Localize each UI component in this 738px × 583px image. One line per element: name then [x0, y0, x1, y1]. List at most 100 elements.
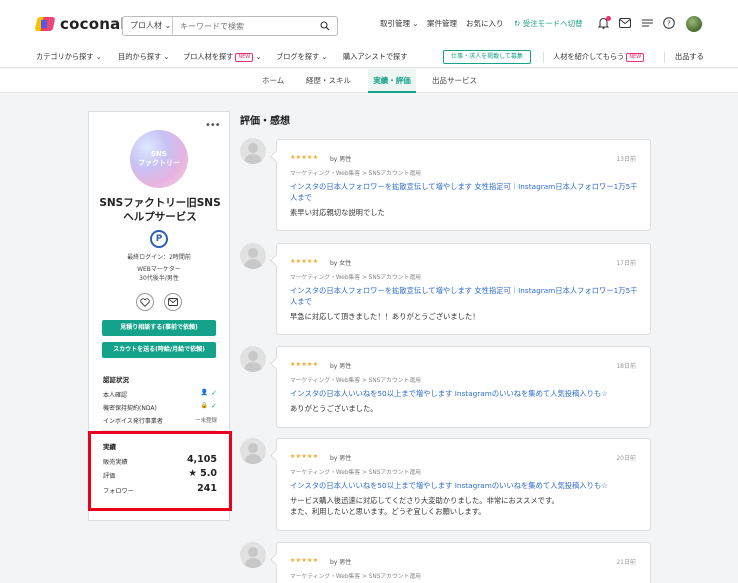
nav-favorites[interactable]: お気に入り	[466, 18, 504, 29]
catbar-by-purpose[interactable]: 目的から探す ⌄	[118, 52, 169, 62]
review-comment: ありがとうございました。	[290, 404, 378, 413]
post-job-button[interactable]: 仕事・求人を掲載して募集	[443, 50, 531, 64]
message-button[interactable]	[164, 293, 182, 311]
new-badge: NEW	[626, 53, 645, 62]
divider	[543, 52, 544, 63]
rating-stars: ★★★★★	[290, 361, 319, 368]
menu-list-button[interactable]	[640, 16, 654, 30]
check-icon: ✓	[211, 389, 217, 397]
review-card: ★★★★★ by 男性 13日前 マーケティング・Web集客 > SNSアカウン…	[276, 139, 651, 231]
new-badge: NEW	[235, 53, 254, 62]
catbar-by-category[interactable]: カテゴリから探す ⌄	[36, 52, 102, 62]
review-date: 17日前	[616, 260, 636, 267]
favorite-button[interactable]	[136, 293, 154, 311]
catbar-assist[interactable]: 購入アシストで探す	[343, 52, 407, 62]
check-icon: ✓	[211, 402, 217, 410]
review-service-link[interactable]: インスタの日本人いいねを50以上まで増やします Instagramのいいねを集め…	[290, 388, 640, 399]
review-date: 18日前	[616, 363, 636, 370]
profile-name: SNSファクトリー旧SNSヘルプサービス	[99, 197, 221, 223]
reviewer-avatar	[240, 346, 266, 372]
mode-switch-link[interactable]: ↻ 受注モードへ切替	[514, 18, 583, 29]
pro-badge-icon: P	[150, 230, 168, 248]
reviewer: by 女性	[330, 260, 352, 267]
more-menu-icon[interactable]: •••	[205, 120, 221, 131]
review-service-link[interactable]: インスタの日本人フォロワーを拡散宣伝して増やします 女性指定可｜Instagra…	[290, 285, 640, 307]
reviewer: by 男性	[330, 156, 352, 163]
review-category: マーケティング・Web集客 > SNSアカウント運用	[290, 378, 421, 384]
catbar-find-pro[interactable]: プロ人材を探す NEW ⌄	[183, 52, 261, 62]
help-icon: ?	[663, 17, 675, 29]
logo-mark-icon	[34, 15, 56, 33]
svg-text:?: ?	[667, 20, 671, 28]
review-date: 13日前	[616, 156, 636, 163]
catbar-sell[interactable]: 出品する	[675, 52, 704, 62]
tab-services[interactable]: 出品サービス	[432, 75, 477, 86]
last-login: 最終ログイン：2時間前	[127, 254, 191, 261]
search-icon	[320, 21, 330, 31]
list-icon	[641, 19, 653, 27]
review-category: マーケティング・Web集客 > SNSアカウント運用	[290, 470, 421, 476]
review-comment: 素早い対応親切な説明でした	[290, 208, 385, 217]
profile-age-gender: 30代後半/男性	[139, 275, 179, 282]
review-card: ★★★★★ by 男性 21日前 マーケティング・Web集客 > SNSアカウン…	[276, 542, 651, 583]
review-service-link[interactable]: インスタの日本人フォロワーを拡散宣伝して増やします 女性指定可｜Instagra…	[290, 181, 640, 203]
search-input[interactable]	[173, 17, 313, 35]
highlight-box	[88, 431, 232, 511]
review-date: 20日前	[616, 455, 636, 462]
reviewer-avatar	[240, 438, 266, 464]
mail-icon	[168, 298, 178, 306]
review-category: マーケティング・Web集客 > SNSアカウント運用	[290, 574, 421, 580]
tab-achievements[interactable]: 実績・評価	[368, 69, 416, 93]
notification-dot	[606, 16, 611, 21]
search-button[interactable]	[313, 17, 337, 35]
tab-career[interactable]: 経歴・スキル	[306, 75, 351, 86]
search-category-select[interactable]: プロ人材 ⌄	[123, 17, 173, 35]
divider	[664, 52, 665, 63]
verification-row: 機密保持契約(NDA) 🔒 ✓	[103, 402, 217, 412]
catbar-find-blog[interactable]: ブログを探す ⌄	[276, 52, 327, 62]
estimate-request-button[interactable]: 見積り相談する(事前で依頼)	[102, 320, 216, 336]
messages-button[interactable]	[618, 16, 632, 30]
tab-home[interactable]: ホーム	[262, 75, 284, 86]
review-service-link[interactable]: インスタの日本人いいねを50以上まで増やします Instagramのいいねを集め…	[290, 480, 640, 491]
profile-tabs: ホーム 経歴・スキル 実績・評価 出品サービス	[0, 69, 738, 93]
nav-transactions[interactable]: 取引管理 ⌄	[380, 18, 419, 29]
review-category: マーケティング・Web集客 > SNSアカウント運用	[290, 275, 421, 281]
profile-job: WEBマーケター	[137, 266, 181, 273]
rating-stars: ★★★★★	[290, 557, 319, 564]
review-card: ★★★★★ by 男性 18日前 マーケティング・Web集客 > SNSアカウン…	[276, 346, 651, 428]
review-comment: サービス購入後迅速に対応してくださり大変助かりました。非常におススメです。 また…	[290, 496, 559, 516]
user-avatar[interactable]	[686, 16, 702, 32]
profile-image: SNS ファクトリー	[130, 130, 188, 188]
person-icon: 👤	[200, 389, 208, 396]
search-bar: プロ人材 ⌄	[122, 16, 338, 36]
switch-icon: ↻	[514, 19, 521, 28]
nav-projects[interactable]: 案件管理	[427, 18, 457, 29]
heart-icon	[140, 297, 150, 307]
send-scout-button[interactable]: スカウトを送る(時給/月給で依頼)	[102, 342, 216, 358]
reviews-title: 評価・感想	[240, 116, 290, 127]
catbar-refer[interactable]: 人材を紹介してもらう NEW	[553, 52, 645, 62]
verification-title: 認証状況	[103, 376, 129, 384]
category-bar: カテゴリから探す ⌄ 目的から探す ⌄ プロ人材を探す NEW ⌄ ブログを探す …	[0, 48, 738, 68]
reviewer-avatar	[240, 243, 266, 269]
review-card: ★★★★★ by 男性 20日前 マーケティング・Web集客 > SNSアカウン…	[276, 438, 651, 531]
help-button[interactable]: ?	[662, 16, 676, 30]
rating-stars: ★★★★★	[290, 154, 319, 161]
review-comment: 早急に対応して頂きました！！ありがとうございました！	[290, 312, 480, 321]
invoice-status: ー未登録	[194, 418, 217, 424]
reviewer: by 男性	[330, 559, 352, 566]
review-card: ★★★★★ by 女性 17日前 マーケティング・Web集客 > SNSアカウン…	[276, 243, 651, 335]
site-header: coconala プロ人材 ⌄ 取引管理 ⌄ 案件管理 お気に入り ↻ 受注モー…	[0, 0, 738, 48]
review-category: マーケティング・Web集客 > SNSアカウント運用	[290, 171, 421, 177]
reviewer: by 男性	[330, 455, 352, 462]
review-date: 21日前	[616, 559, 636, 566]
reviewer-avatar	[240, 542, 266, 568]
rating-stars: ★★★★★	[290, 453, 319, 460]
reviewer: by 男性	[330, 363, 352, 370]
lock-icon: 🔒	[200, 402, 208, 409]
verification-row: 本人確認 👤 ✓	[103, 389, 217, 399]
mail-icon	[619, 18, 631, 28]
rating-stars: ★★★★★	[290, 258, 319, 265]
reviewer-avatar	[240, 138, 266, 164]
